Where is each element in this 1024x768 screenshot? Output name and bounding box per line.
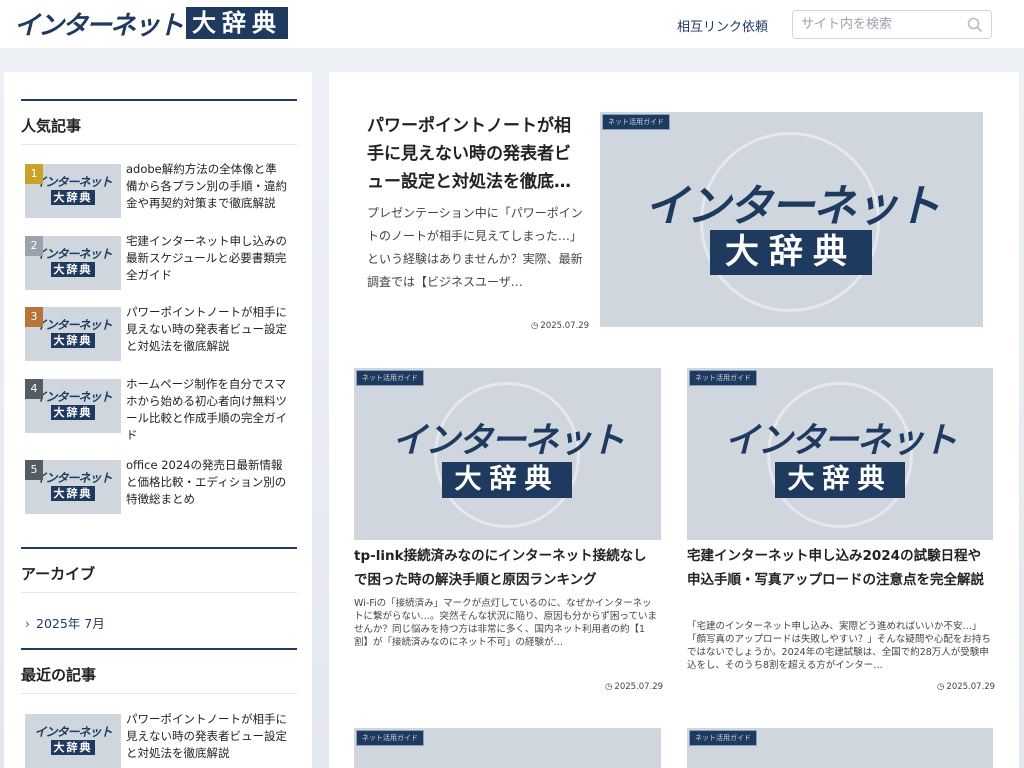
site-logo[interactable]: インターネット 大辞典 <box>14 6 289 41</box>
thumb-logo-badge: 大辞典 <box>51 190 95 205</box>
search-box <box>792 10 992 39</box>
thumb-logo-badge: 大辞典 <box>51 333 95 348</box>
card-date-text: 2025.07.29 <box>946 682 996 692</box>
rank-badge: 5 <box>25 460 43 480</box>
popular-item[interactable]: インターネット 大辞典 2 宅建インターネット申し込みの最新スケジュールと必要書… <box>25 233 297 292</box>
search-icon[interactable] <box>967 17 983 33</box>
popular-thumbnail[interactable]: インターネット 大辞典 3 <box>25 307 121 361</box>
thumb-logo-badge: 大辞典 <box>51 486 95 501</box>
thumb-logo-badge: 大辞典 <box>51 262 95 277</box>
card-title[interactable]: tp-link接続済みなのにインターネット接続なしで困った時の解決手順と原因ラン… <box>354 544 658 592</box>
popular-thumbnail[interactable]: インターネット 大辞典 2 <box>25 236 121 290</box>
rank-badge: 3 <box>25 307 43 327</box>
archive-widget-title: アーカイブ <box>21 547 297 593</box>
popular-thumbnail[interactable]: インターネット 大辞典 1 <box>25 164 121 218</box>
hero-article-title[interactable]: パワーポイントノートが相手に見えない時の発表者ビュー設定と対処法を徹底… <box>367 112 585 196</box>
card-date-text: 2025.07.29 <box>614 682 664 692</box>
eyecatch-logo-badge: 大辞典 <box>775 462 905 498</box>
card-eyecatch[interactable]: ネット活用ガイド インターネット 大辞典 <box>354 368 661 540</box>
recent-thumbnail[interactable]: インターネット 大辞典 <box>25 714 121 768</box>
hero-article-date: ◷ 2025.07.29 <box>531 321 589 331</box>
popular-item[interactable]: インターネット 大辞典 3 パワーポイントノートが相手に見えない時の発表者ビュー… <box>25 304 297 363</box>
main-content: パワーポイントノートが相手に見えない時の発表者ビュー設定と対処法を徹底… プレゼ… <box>329 72 1019 768</box>
recent-item-title[interactable]: パワーポイントノートが相手に見えない時の発表者ビュー設定と対処法を徹底解説 <box>126 711 288 762</box>
clock-icon: ◷ <box>605 682 613 692</box>
eyecatch-logo-text: インターネット <box>644 181 941 232</box>
popular-item-title[interactable]: ホームページ制作を自分でスマホから始める初心者向け無料ツール比較と作成手順の完全… <box>126 376 288 444</box>
eyecatch-logo-badge: 大辞典 <box>710 230 872 275</box>
popular-item-title[interactable]: パワーポイントノートが相手に見えない時の発表者ビュー設定と対処法を徹底解説 <box>126 304 288 355</box>
category-badge[interactable]: ネット活用ガイド <box>689 370 757 386</box>
thumb-logo-text: インターネット <box>34 725 112 739</box>
category-badge[interactable]: ネット活用ガイド <box>689 730 757 746</box>
logo-text: インターネット <box>14 10 184 41</box>
popular-item[interactable]: インターネット 大辞典 1 adobe解約方法の全体像と準備から各プラン別の手順… <box>25 161 297 220</box>
thumb-logo-badge: 大辞典 <box>51 740 95 755</box>
popular-item[interactable]: インターネット 大辞典 4 ホームページ制作を自分でスマホから始める初心者向け無… <box>25 377 297 442</box>
rank-badge: 2 <box>25 236 43 256</box>
thumb-logo-badge: 大辞典 <box>51 405 95 420</box>
clock-icon: ◷ <box>531 321 539 331</box>
card-eyecatch[interactable]: ネット活用ガイド <box>354 728 661 768</box>
sidebar: 人気記事 インターネット 大辞典 1 adobe解約方法の全体像と準備から各プラ… <box>4 72 312 768</box>
popular-widget-title: 人気記事 <box>21 99 297 145</box>
hero-article-excerpt: プレゼンテーション中に「パワーポイントのノートが相手に見えてしまった…」という経… <box>367 206 583 289</box>
logo-badge: 大辞典 <box>186 7 289 39</box>
clock-icon: ◷ <box>937 682 945 692</box>
category-badge[interactable]: ネット活用ガイド <box>356 370 424 386</box>
rank-badge: 4 <box>25 379 43 399</box>
archive-link-label: 2025年 7月 <box>36 616 105 631</box>
site-header: インターネット 大辞典 相互リンク依頼 <box>0 0 1024 48</box>
card-date: ◷ 2025.07.29 <box>937 682 995 692</box>
popular-item-title[interactable]: adobe解約方法の全体像と準備から各プラン別の手順・違約金や再契約対策まで徹底… <box>126 161 288 212</box>
eyecatch-logo-text: インターネット <box>724 421 957 461</box>
eyecatch-logo-badge: 大辞典 <box>442 462 572 498</box>
card-date: ◷ 2025.07.29 <box>605 682 663 692</box>
popular-thumbnail[interactable]: インターネット 大辞典 5 <box>25 460 121 514</box>
card-eyecatch[interactable]: ネット活用ガイド <box>687 728 993 768</box>
mutual-link-request[interactable]: 相互リンク依頼 <box>677 16 768 35</box>
recent-widget-title: 最近の記事 <box>21 648 297 694</box>
search-input[interactable] <box>793 11 963 38</box>
eyecatch-logo-text: インターネット <box>391 421 625 461</box>
category-badge[interactable]: ネット活用ガイド <box>356 730 424 746</box>
category-badge[interactable]: ネット活用ガイド <box>602 114 670 130</box>
popular-item-title[interactable]: 宅建インターネット申し込みの最新スケジュールと必要書類完全ガイド <box>126 233 288 284</box>
archive-link[interactable]: › 2025年 7月 <box>25 613 105 632</box>
popular-item-title[interactable]: office 2024の発売日最新情報と価格比較・エディション別の特徴総まとめ <box>126 457 288 508</box>
chevron-right-icon: › <box>25 616 30 631</box>
card-excerpt: Wi-Fiの「接続済み」マークが点灯しているのに、なぜかインターネットに繋がらな… <box>354 598 657 648</box>
hero-date-text: 2025.07.29 <box>540 321 590 331</box>
popular-item[interactable]: インターネット 大辞典 5 office 2024の発売日最新情報と価格比較・エ… <box>25 457 297 516</box>
rank-badge: 1 <box>25 164 43 184</box>
hero-eyecatch[interactable]: ネット活用ガイド インターネット 大辞典 <box>600 112 983 327</box>
popular-thumbnail[interactable]: インターネット 大辞典 4 <box>25 379 121 433</box>
card-excerpt: 「宅建のインターネット申し込み、実際どう進めればいいか不安…」「顔写真のアップロ… <box>687 621 991 671</box>
recent-item[interactable]: インターネット 大辞典 パワーポイントノートが相手に見えない時の発表者ビュー設定… <box>25 711 297 768</box>
card-eyecatch[interactable]: ネット活用ガイド インターネット 大辞典 <box>687 368 993 540</box>
card-title[interactable]: 宅建インターネット申し込み2024の試験日程や申込手順・写真アップロードの注意点… <box>687 544 991 592</box>
